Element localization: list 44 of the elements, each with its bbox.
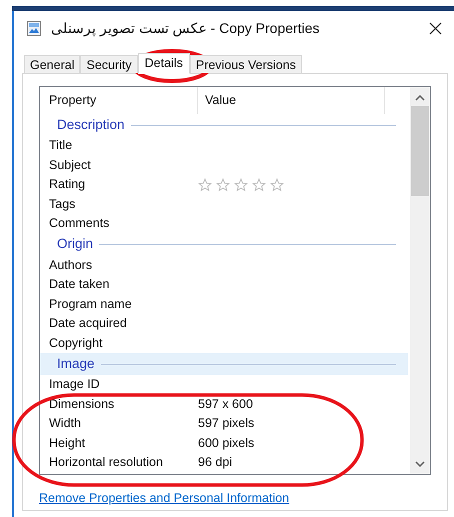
property-value: 597 x 600 [198, 396, 253, 411]
property-name: Rating [49, 177, 86, 192]
scrollbar-thumb[interactable] [411, 106, 429, 196]
star-icon[interactable] [270, 178, 284, 192]
group-title: Image [57, 354, 95, 373]
remove-properties-link[interactable]: Remove Properties and Personal Information [39, 491, 290, 505]
star-icon[interactable] [252, 178, 266, 192]
property-name: Height [49, 436, 86, 450]
chevron-down-icon[interactable] [415, 461, 425, 467]
property-value: 96 dpi [198, 455, 232, 470]
star-icon[interactable] [234, 178, 248, 192]
group-header[interactable]: Image [40, 353, 408, 375]
property-name: Horizontal resolution [49, 455, 163, 470]
property-name: Authors [49, 258, 92, 272]
chevron-up-icon[interactable] [415, 95, 425, 101]
property-name: Dimensions [49, 396, 114, 411]
property-name: Program name [49, 296, 132, 311]
property-name: Width [49, 416, 81, 430]
column-header[interactable]: Value [205, 91, 236, 110]
scrollbar[interactable] [410, 87, 430, 474]
property-name: Title [49, 138, 72, 152]
property-name: Tags [49, 196, 76, 211]
group-title: Origin [57, 235, 94, 254]
property-name: Image ID [49, 377, 100, 392]
close-icon [428, 22, 442, 34]
property-value: 597 pixels [198, 416, 254, 430]
property-name: Date taken [49, 277, 110, 292]
tab[interactable]: General [24, 55, 80, 73]
property-name: Comments [49, 216, 110, 230]
group-header[interactable]: Description [40, 114, 408, 136]
star-icon[interactable] [198, 178, 212, 192]
property-name: Subject [49, 158, 91, 172]
property-name: Copyright [49, 336, 102, 350]
group-header[interactable]: Origin [40, 234, 408, 256]
property-name: Date acquired [49, 316, 127, 330]
column-header[interactable]: Property [49, 91, 96, 110]
tab[interactable]: Details [138, 53, 190, 74]
tab[interactable]: Security [80, 55, 138, 73]
tab[interactable]: Previous Versions [190, 55, 302, 73]
window-title: عکس تست تصویر پرسنلی - Copy Properties [51, 18, 320, 38]
image-file-icon [27, 20, 41, 36]
property-value: 600 pixels [198, 436, 254, 450]
star-icon[interactable] [216, 178, 230, 192]
group-title: Description [57, 116, 125, 134]
